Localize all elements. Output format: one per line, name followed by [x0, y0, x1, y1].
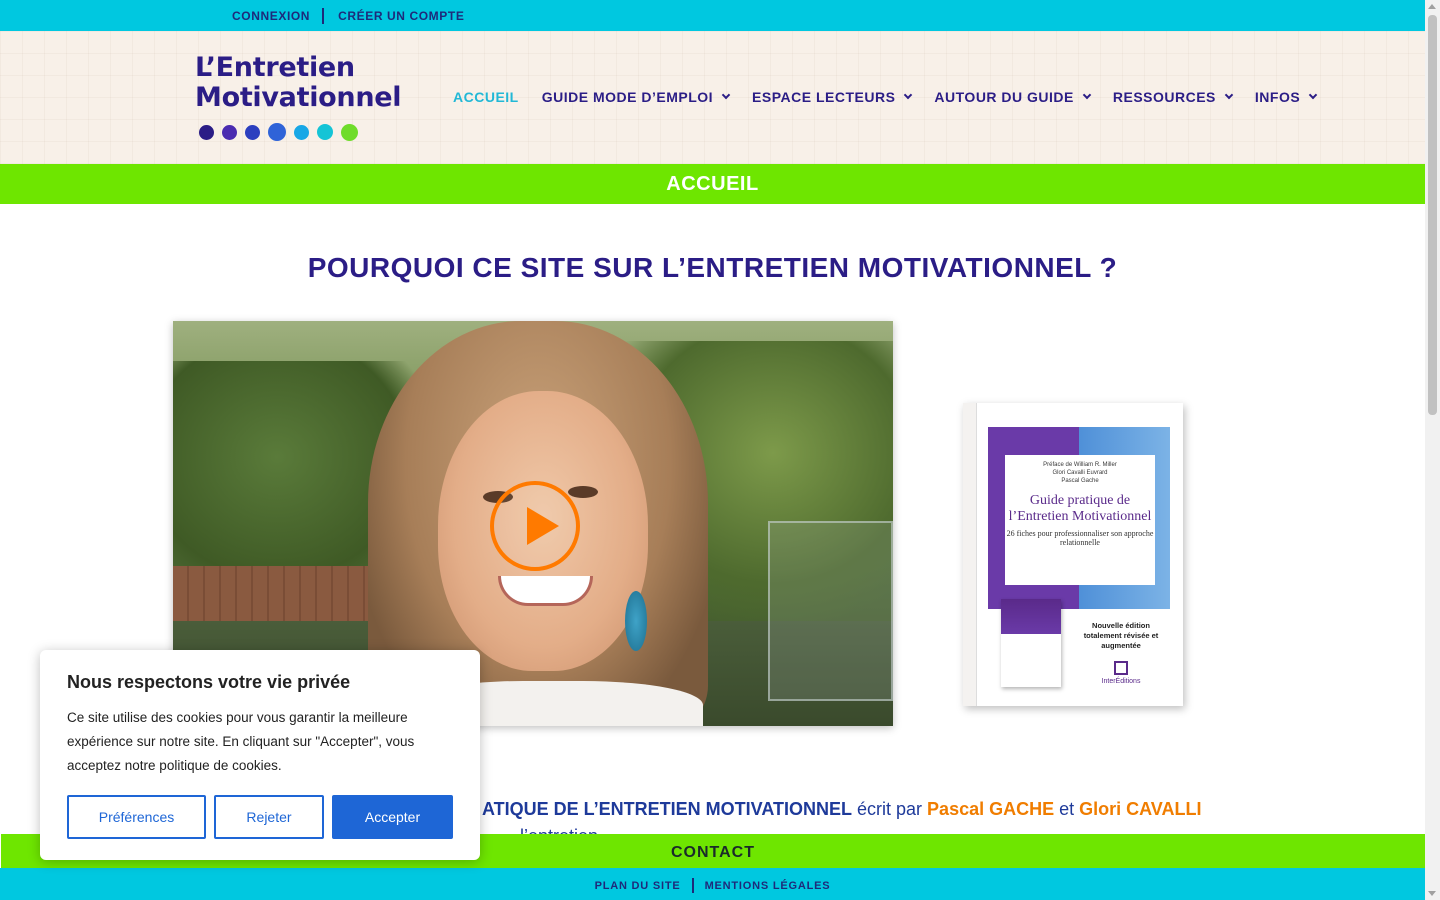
- play-icon[interactable]: [490, 481, 580, 571]
- book-title: Guide pratique de l’Entretien Motivation…: [1008, 493, 1152, 524]
- book-cover-image[interactable]: Préface de William R. Miller Glori Caval…: [963, 403, 1183, 706]
- logo-dot: [341, 123, 358, 141]
- logo-dot: [268, 123, 286, 141]
- top-bar: CONNEXION CRÉER UN COMPTE: [0, 0, 1425, 31]
- book-author: Glori Cavalli Euvrard: [1052, 470, 1108, 476]
- chevron-down-icon: [1308, 90, 1318, 100]
- logo-line-1: L’Entretien: [195, 52, 355, 83]
- publisher-logo-icon: [1114, 661, 1128, 675]
- intro-text: et: [1054, 799, 1080, 819]
- page-scrollbar[interactable]: [1425, 0, 1440, 900]
- nav-item-ressources[interactable]: RESSOURCES: [1112, 89, 1234, 105]
- cookie-consent-dialog: Nous respectons votre vie privée Ce site…: [40, 650, 480, 860]
- nav-item-accueil[interactable]: ACCUEIL: [453, 89, 519, 105]
- chevron-down-icon: [1224, 90, 1234, 100]
- page-banner-title: ACCUEIL: [666, 173, 759, 195]
- divider: [322, 8, 325, 24]
- divider: [691, 878, 694, 893]
- cookie-text: Ce site utilise des cookies pour vous ga…: [67, 710, 415, 773]
- site-header: L’Entretien Motivationnel ACCUEIL GUIDE …: [0, 31, 1425, 164]
- book-subtitle: 26 fiches pour professionnaliser son app…: [1006, 529, 1154, 547]
- chevron-down-icon: [1082, 90, 1092, 100]
- scroll-up-icon[interactable]: [1428, 4, 1436, 9]
- intro-book-title: ATIQUE DE L’ENTRETIEN MOTIVATIONNEL: [482, 799, 853, 819]
- page-title: POURQUOI CE SITE SUR L’ENTRETIEN MOTIVAT…: [307, 252, 1118, 283]
- video-person-smile: [498, 576, 593, 606]
- chevron-down-icon: [904, 90, 913, 100]
- nav-item-espace-lecteurs[interactable]: ESPACE LECTEURS: [752, 89, 913, 105]
- chevron-down-icon: [721, 90, 731, 100]
- cookie-accept-button[interactable]: Accepter: [332, 795, 453, 839]
- cookie-preferences-button[interactable]: Préférences: [67, 795, 206, 839]
- nav-item-label: ACCUEIL: [453, 89, 519, 105]
- account-links: CONNEXION CRÉER UN COMPTE: [232, 8, 464, 24]
- scrollbar-thumb[interactable]: [1428, 15, 1437, 415]
- main-nav: ACCUEIL GUIDE MODE D’EMPLOI ESPACE LECTE…: [453, 89, 1339, 105]
- page-banner: ACCUEIL: [0, 164, 1425, 204]
- sitemap-link[interactable]: PLAN DU SITE: [595, 880, 681, 892]
- legal-link[interactable]: MENTIONS LÉGALES: [705, 880, 831, 892]
- author-link-pascal[interactable]: Pascal GACHE: [927, 799, 1054, 819]
- cookie-title: Nous respectons votre vie privée: [67, 672, 351, 692]
- logo-dot: [317, 124, 333, 140]
- nav-item-label: GUIDE MODE D’EMPLOI: [541, 89, 714, 105]
- intro-text: écrit par: [852, 799, 928, 819]
- nav-item-label: RESSOURCES: [1112, 89, 1216, 105]
- logo-dot: [294, 124, 309, 140]
- contact-link[interactable]: CONTACT: [671, 844, 755, 861]
- book-mini-cover: [1001, 599, 1061, 687]
- book-author: Pascal Gache: [1061, 478, 1099, 484]
- nav-item-label: INFOS: [1254, 89, 1301, 105]
- nav-item-autour-du-guide[interactable]: AUTOUR DU GUIDE: [934, 89, 1092, 105]
- book-edition: Nouvelle édition totalement révisée et a…: [1083, 621, 1159, 650]
- cookie-reject-button[interactable]: Rejeter: [214, 795, 324, 839]
- logo-dot: [199, 124, 214, 140]
- book-publisher: InterÉditions: [1093, 661, 1149, 685]
- book-spine: [963, 403, 977, 706]
- nav-item-guide[interactable]: GUIDE MODE D’EMPLOI: [541, 89, 731, 105]
- site-logo[interactable]: L’Entretien Motivationnel: [195, 52, 402, 148]
- video-trampoline: [768, 521, 893, 701]
- book-title-card: Préface de William R. Miller Glori Caval…: [1005, 455, 1155, 585]
- scroll-down-icon[interactable]: [1428, 891, 1436, 896]
- footer-links: PLAN DU SITE MENTIONS LÉGALES: [0, 878, 1425, 893]
- video-person-eye: [568, 486, 598, 498]
- signup-link[interactable]: CRÉER UN COMPTE: [338, 9, 464, 23]
- logo-dot: [222, 124, 237, 140]
- logo-dots: [199, 123, 358, 141]
- nav-item-label: ESPACE LECTEURS: [752, 89, 896, 105]
- login-link[interactable]: CONNEXION: [232, 9, 310, 23]
- video-person-earring: [625, 591, 647, 651]
- nav-item-infos[interactable]: INFOS: [1254, 89, 1318, 105]
- footer: PLAN DU SITE MENTIONS LÉGALES: [0, 868, 1425, 900]
- nav-item-label: AUTOUR DU GUIDE: [934, 89, 1074, 105]
- author-link-glori[interactable]: Glori CAVALLI: [1079, 799, 1201, 819]
- book-preface: Préface de William R. Miller: [1043, 462, 1117, 468]
- logo-dot: [245, 124, 260, 140]
- logo-line-2: Motivationnel: [195, 82, 402, 113]
- publisher-name: InterÉditions: [1101, 678, 1141, 685]
